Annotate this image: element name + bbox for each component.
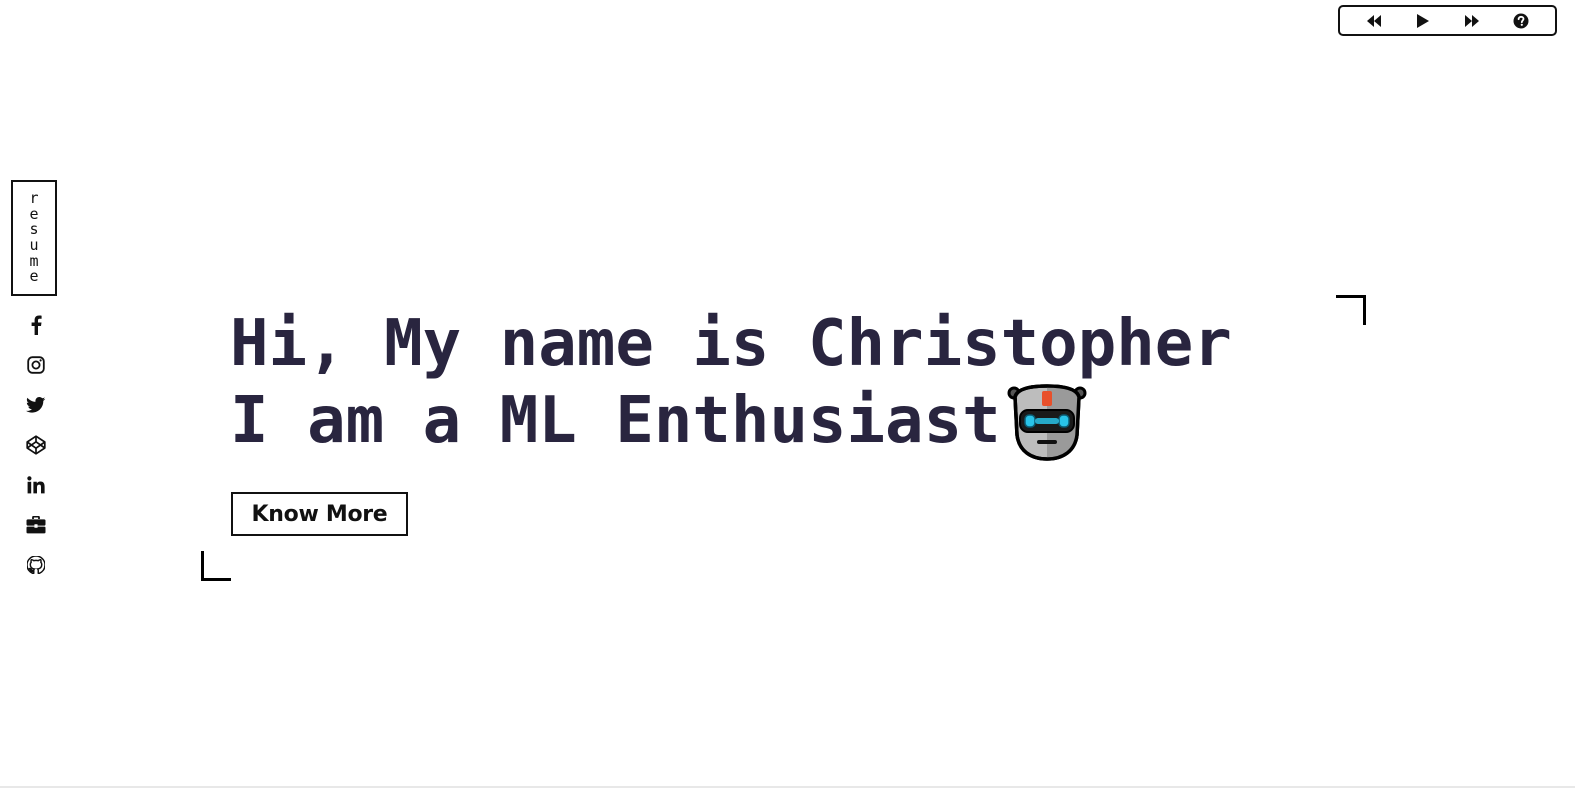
- linkedin-link[interactable]: [20, 472, 52, 498]
- play-button[interactable]: [1412, 10, 1434, 32]
- know-more-button[interactable]: Know More: [231, 492, 408, 536]
- rewind-button[interactable]: [1363, 10, 1385, 32]
- play-icon: [1417, 13, 1430, 28]
- corner-bracket-bottom-left: [201, 551, 231, 581]
- linkedin-icon: [27, 476, 45, 494]
- hero-line-1: Hi, My name is Christopher: [230, 307, 1232, 381]
- instagram-link[interactable]: [20, 352, 52, 378]
- instagram-icon: [27, 356, 45, 374]
- hero-line-2-wrap: I am a ML Enthusiast: [230, 383, 1232, 461]
- codepen-icon: [26, 435, 46, 455]
- facebook-link[interactable]: [20, 312, 52, 338]
- resume-letter: e: [29, 267, 39, 286]
- corner-bracket-top-right: [1336, 295, 1366, 325]
- player-controls: [1338, 5, 1557, 36]
- facebook-icon: [31, 315, 42, 335]
- fast-forward-button[interactable]: [1461, 10, 1483, 32]
- resume-button[interactable]: r e s u m e: [11, 180, 57, 296]
- twitter-link[interactable]: [20, 392, 52, 418]
- briefcase-icon: [26, 516, 46, 534]
- help-icon: [1513, 13, 1529, 28]
- hero-line-2: I am a ML Enthusiast: [230, 384, 1001, 458]
- help-button[interactable]: [1510, 10, 1532, 32]
- github-icon: [27, 556, 45, 574]
- codepen-link[interactable]: [20, 432, 52, 458]
- robot-icon: [1007, 383, 1087, 461]
- bottom-divider: [0, 786, 1575, 788]
- fast-forward-icon: [1464, 14, 1479, 27]
- portfolio-link[interactable]: [20, 512, 52, 538]
- twitter-icon: [26, 397, 46, 413]
- github-link[interactable]: [20, 552, 52, 578]
- hero-heading: Hi, My name is Christopher I am a ML Ent…: [230, 306, 1232, 461]
- rewind-icon: [1367, 14, 1382, 27]
